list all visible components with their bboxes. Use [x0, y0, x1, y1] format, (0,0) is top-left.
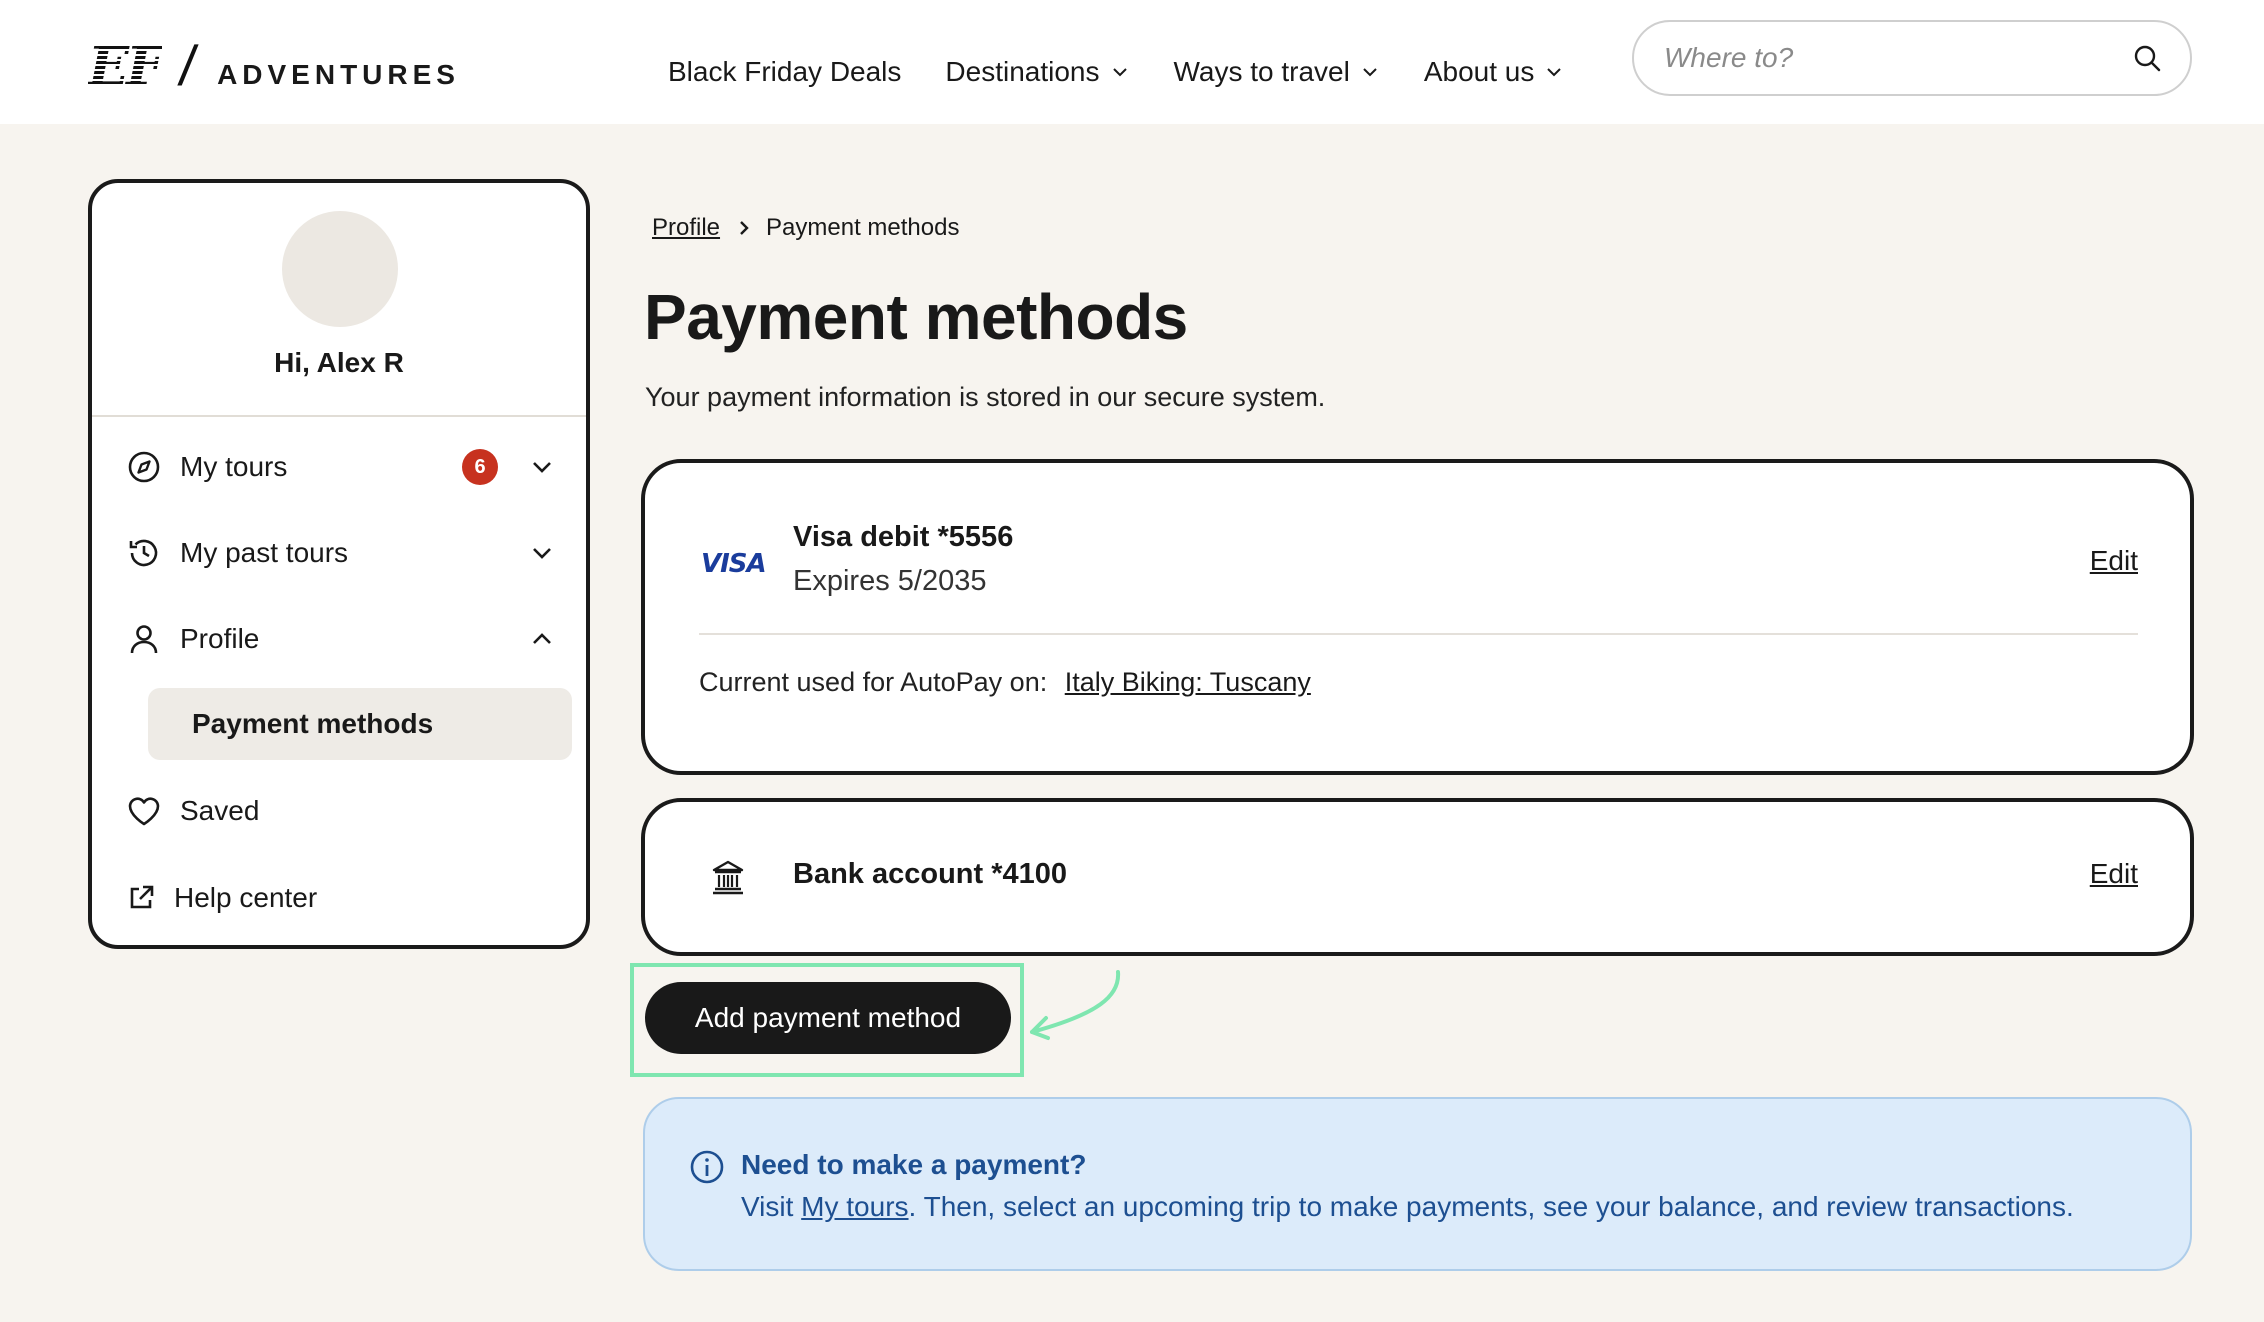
nav-black-friday-deals[interactable]: Black Friday Deals [668, 56, 901, 88]
avatar [282, 211, 398, 327]
nav-label: Ways to travel [1173, 56, 1350, 87]
compass-icon [128, 451, 160, 483]
user-greeting: Hi, Alex R [274, 347, 404, 378]
add-payment-method-button[interactable]: Add payment method [645, 982, 1011, 1054]
sidebar-subitem-label: Payment methods [192, 708, 434, 739]
nav-label: Black Friday Deals [668, 56, 902, 87]
chevron-down-icon[interactable] [528, 539, 556, 567]
card-divider [699, 633, 2138, 635]
autopay-info: Current used for AutoPay on: Italy Bikin… [699, 667, 1311, 698]
history-icon [129, 539, 158, 567]
user-icon [130, 625, 158, 654]
tour-count-badge: 6 [462, 449, 498, 485]
chevron-down-icon [1363, 68, 1377, 77]
sidebar-item-my-past-tours[interactable]: My past tours [126, 529, 556, 577]
my-tours-link[interactable]: My tours [801, 1191, 908, 1222]
chevron-down-icon[interactable] [528, 453, 556, 481]
sidebar-item-profile[interactable]: Profile [126, 615, 556, 663]
visa-logo: VISA [701, 549, 767, 579]
sidebar-item-label: Help center [174, 882, 318, 913]
heart-icon [128, 797, 160, 826]
sidebar-item-label: My past tours [180, 537, 349, 568]
nav-label: Destinations [945, 56, 1100, 87]
chevron-down-icon [1112, 68, 1127, 77]
chevron-right-icon [740, 221, 749, 235]
payment-method-card-visa: VISA Visa debit *5556 Expires 5/2035 Edi… [641, 459, 2194, 775]
logo-wordmark: ADVENTURES [217, 59, 460, 90]
logo-slash: / [175, 34, 200, 97]
payment-method-card-bank: Bank account *4100 Edit [641, 798, 2194, 956]
sidebar-divider [92, 415, 586, 417]
search-box [1632, 20, 2192, 96]
edit-bank-link[interactable]: Edit [2090, 858, 2138, 890]
sidebar-item-saved[interactable]: Saved [126, 787, 556, 835]
page-subtitle: Your payment information is stored in ou… [645, 382, 1326, 412]
info-icon [690, 1150, 724, 1184]
sidebar-item-label: Profile [180, 623, 260, 654]
info-title: Need to make a payment? [741, 1149, 1087, 1180]
account-sidebar: Hi, Alex R My tours 6 My past tours Prof… [88, 179, 590, 949]
sidebar-item-my-tours[interactable]: My tours 6 [126, 443, 556, 491]
card-title: Visa debit *5556 [793, 521, 1014, 553]
chevron-down-icon [1547, 68, 1562, 77]
main-nav: Black Friday Deals Destinations Ways to … [668, 52, 1608, 92]
card-title: Bank account *4100 [793, 858, 1068, 890]
sidebar-item-label: My tours [180, 451, 288, 482]
card-expiry: Expires 5/2035 [793, 565, 987, 597]
search-icon[interactable] [2132, 43, 2162, 73]
ef-adventures-logo[interactable]: EF / ADVENTURES [88, 34, 460, 98]
site-header: EF / ADVENTURES Black Friday Deals Desti… [0, 0, 2264, 124]
info-body: Visit My tours. Then, select an upcoming… [741, 1191, 2074, 1223]
pointer-arrow-icon [1030, 970, 1121, 1040]
nav-about-us[interactable]: About us [1424, 56, 1565, 88]
info-body-prefix: Visit [741, 1191, 802, 1222]
page-title: Payment methods [644, 281, 1188, 353]
info-body-suffix: . Then, select an upcoming trip to make … [908, 1191, 2074, 1222]
breadcrumb-profile-link[interactable]: Profile [652, 214, 720, 242]
autopay-label: Current used for AutoPay on: [699, 667, 1048, 697]
sidebar-item-payment-methods[interactable]: Payment methods [148, 688, 572, 760]
external-link-icon [130, 885, 154, 909]
ef-logo-mark: EF [88, 34, 164, 98]
payment-info-notice: Need to make a payment? Visit My tours. … [643, 1097, 2192, 1271]
nav-label: About us [1423, 56, 1535, 87]
breadcrumb-current: Payment methods [766, 214, 960, 241]
search-input[interactable] [1664, 42, 2132, 74]
sidebar-item-help-center[interactable]: Help center [126, 874, 556, 922]
autopay-trip-link[interactable]: Italy Biking: Tuscany [1065, 667, 1311, 697]
breadcrumb: Profile Payment methods [652, 214, 959, 242]
chevron-up-icon[interactable] [528, 625, 556, 653]
sidebar-item-label: Saved [180, 795, 260, 826]
nav-ways-to-travel[interactable]: Ways to travel [1174, 56, 1380, 88]
edit-visa-link[interactable]: Edit [2090, 545, 2138, 577]
bank-icon [712, 860, 744, 895]
nav-destinations[interactable]: Destinations [945, 56, 1129, 88]
